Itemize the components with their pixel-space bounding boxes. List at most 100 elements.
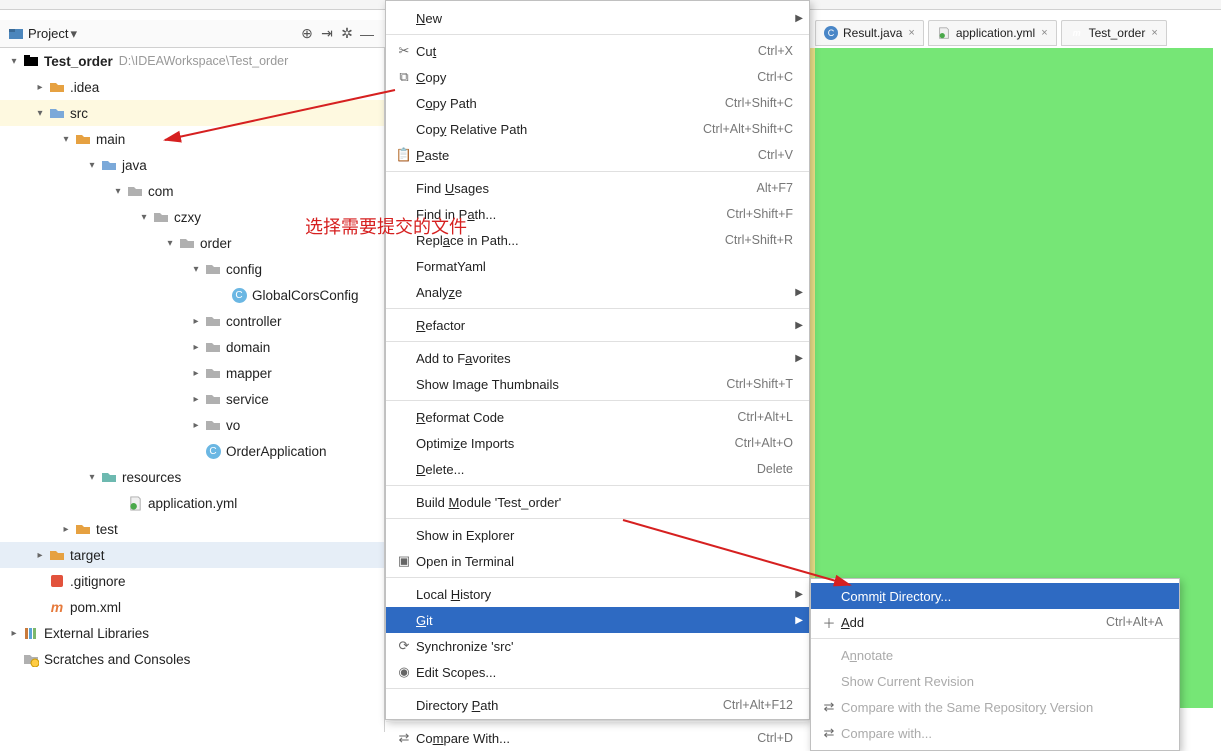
menu-local-history[interactable]: Local History▶ bbox=[386, 581, 809, 607]
context-menu: New▶ ✂CutCtrl+X ⧉CopyCtrl+C Copy PathCtr… bbox=[385, 0, 810, 720]
chevron-right-icon[interactable]: ▸ bbox=[188, 316, 204, 327]
menu-directory-path[interactable]: Directory PathCtrl+Alt+F12 bbox=[386, 692, 809, 718]
menu-paste[interactable]: 📋PasteCtrl+V bbox=[386, 142, 809, 168]
chevron-right-icon[interactable]: ▸ bbox=[32, 82, 48, 93]
menu-open-terminal[interactable]: ▣Open in Terminal bbox=[386, 548, 809, 574]
menu-compare-with[interactable]: ⇄Compare With...Ctrl+D bbox=[386, 725, 809, 751]
chevron-down-icon[interactable]: ▾ bbox=[84, 472, 100, 483]
menu-analyze[interactable]: Analyze▶ bbox=[386, 279, 809, 305]
menu-find-usages[interactable]: Find UsagesAlt+F7 bbox=[386, 175, 809, 201]
tree-orderapplication[interactable]: COrderApplication bbox=[0, 438, 384, 464]
chevron-down-icon[interactable]: ▾ bbox=[162, 238, 178, 249]
tree-src[interactable]: ▾ src bbox=[0, 100, 384, 126]
menu-show-explorer[interactable]: Show in Explorer bbox=[386, 522, 809, 548]
tree-scratches[interactable]: Scratches and Consoles bbox=[0, 646, 384, 672]
menu-refactor[interactable]: Refactor▶ bbox=[386, 312, 809, 338]
terminal-icon: ▣ bbox=[394, 553, 414, 569]
tree-application-yml[interactable]: application.yml bbox=[0, 490, 384, 516]
tab-label: Test_order bbox=[1089, 26, 1146, 40]
compare-icon: ⇄ bbox=[394, 730, 414, 746]
chevron-down-icon[interactable]: ▾ bbox=[84, 160, 100, 171]
submenu-compare-with[interactable]: ⇄Compare with... bbox=[811, 720, 1179, 746]
menu-git[interactable]: Git▶ bbox=[386, 607, 809, 633]
tab-application-yml[interactable]: application.yml × bbox=[928, 20, 1057, 46]
tree-main[interactable]: ▾ main bbox=[0, 126, 384, 152]
resources-folder-icon bbox=[100, 469, 118, 485]
tree-gitignore[interactable]: .gitignore bbox=[0, 568, 384, 594]
chevron-right-icon[interactable]: ▸ bbox=[6, 628, 22, 639]
close-icon[interactable]: × bbox=[908, 27, 914, 39]
project-tree[interactable]: ▾ Test_order D:\IDEAWorkspace\Test_order… bbox=[0, 48, 385, 732]
menu-delete[interactable]: Delete...Delete bbox=[386, 456, 809, 482]
menu-optimize-imports[interactable]: Optimize ImportsCtrl+Alt+O bbox=[386, 430, 809, 456]
menu-cut[interactable]: ✂CutCtrl+X bbox=[386, 38, 809, 64]
tree-config[interactable]: ▾config bbox=[0, 256, 384, 282]
menu-build-module[interactable]: Build Module 'Test_order' bbox=[386, 489, 809, 515]
tree-label: OrderApplication bbox=[226, 444, 327, 459]
tree-label: src bbox=[70, 106, 88, 121]
menu-copy-path[interactable]: Copy PathCtrl+Shift+C bbox=[386, 90, 809, 116]
sync-icon: ⟳ bbox=[394, 638, 414, 654]
package-icon bbox=[152, 209, 170, 225]
tree-vo[interactable]: ▸vo bbox=[0, 412, 384, 438]
chevron-down-icon[interactable]: ▾ bbox=[136, 212, 152, 223]
chevron-down-icon[interactable]: ▾ bbox=[188, 264, 204, 275]
tree-label: java bbox=[122, 158, 147, 173]
tab-label: application.yml bbox=[956, 26, 1035, 40]
submenu-commit-directory[interactable]: Commit Directory... bbox=[811, 583, 1179, 609]
tree-label: service bbox=[226, 392, 269, 407]
tree-com[interactable]: ▾com bbox=[0, 178, 384, 204]
folder-icon bbox=[74, 521, 92, 537]
package-icon bbox=[204, 339, 222, 355]
tree-label: controller bbox=[226, 314, 282, 329]
compare-icon: ⇄ bbox=[819, 725, 839, 741]
chevron-down-icon[interactable]: ▾ bbox=[58, 134, 74, 145]
menu-show-thumbnails[interactable]: Show Image ThumbnailsCtrl+Shift+T bbox=[386, 371, 809, 397]
tab-result-java[interactable]: C Result.java × bbox=[815, 20, 924, 46]
tree-external-libraries[interactable]: ▸ External Libraries bbox=[0, 620, 384, 646]
libraries-icon bbox=[22, 625, 40, 641]
tree-label: main bbox=[96, 132, 125, 147]
menu-synchronize[interactable]: ⟳Synchronize 'src' bbox=[386, 633, 809, 659]
chevron-right-icon[interactable]: ▸ bbox=[188, 394, 204, 405]
menu-new[interactable]: New▶ bbox=[386, 5, 809, 31]
folder-icon bbox=[48, 547, 66, 563]
tree-service[interactable]: ▸ service bbox=[0, 386, 384, 412]
tree-pom[interactable]: mpom.xml bbox=[0, 594, 384, 620]
tree-resources[interactable]: ▾resources bbox=[0, 464, 384, 490]
submenu-show-revision[interactable]: Show Current Revision bbox=[811, 668, 1179, 694]
menu-edit-scopes[interactable]: ◉Edit Scopes... bbox=[386, 659, 809, 685]
chevron-right-icon[interactable]: ▸ bbox=[58, 524, 74, 535]
submenu-add[interactable]: ＋AddCtrl+Alt+A bbox=[811, 609, 1179, 635]
tree-label: .gitignore bbox=[70, 574, 126, 589]
chevron-right-icon[interactable]: ▸ bbox=[188, 368, 204, 379]
tree-label: domain bbox=[226, 340, 270, 355]
chevron-down-icon[interactable]: ▾ bbox=[32, 108, 48, 119]
menu-copy[interactable]: ⧉CopyCtrl+C bbox=[386, 64, 809, 90]
tree-test[interactable]: ▸test bbox=[0, 516, 384, 542]
tree-label: External Libraries bbox=[44, 626, 149, 641]
chevron-right-icon[interactable]: ▸ bbox=[188, 420, 204, 431]
tree-globalcors[interactable]: CGlobalCorsConfig bbox=[0, 282, 384, 308]
chevron-right-icon[interactable]: ▸ bbox=[32, 550, 48, 561]
tree-root[interactable]: ▾ Test_order D:\IDEAWorkspace\Test_order bbox=[0, 48, 384, 74]
tree-controller[interactable]: ▸ controller bbox=[0, 308, 384, 334]
tree-java[interactable]: ▾ java bbox=[0, 152, 384, 178]
submenu-compare-same[interactable]: ⇄Compare with the Same Repository Versio… bbox=[811, 694, 1179, 720]
menu-copy-relative-path[interactable]: Copy Relative PathCtrl+Alt+Shift+C bbox=[386, 116, 809, 142]
chevron-right-icon[interactable]: ▸ bbox=[188, 342, 204, 353]
maven-icon: m bbox=[1070, 26, 1084, 40]
submenu-annotate[interactable]: Annotate bbox=[811, 642, 1179, 668]
menu-format-yaml[interactable]: FormatYaml bbox=[386, 253, 809, 279]
tree-domain[interactable]: ▸ domain bbox=[0, 334, 384, 360]
tree-idea[interactable]: ▸.idea bbox=[0, 74, 384, 100]
menu-reformat[interactable]: Reformat CodeCtrl+Alt+L bbox=[386, 404, 809, 430]
close-icon[interactable]: × bbox=[1041, 27, 1047, 39]
chevron-down-icon[interactable]: ▾ bbox=[110, 186, 126, 197]
tree-mapper[interactable]: ▸mapper bbox=[0, 360, 384, 386]
chevron-down-icon[interactable]: ▾ bbox=[6, 56, 22, 67]
tree-target[interactable]: ▸target bbox=[0, 542, 384, 568]
menu-add-favorites[interactable]: Add to Favorites▶ bbox=[386, 345, 809, 371]
close-icon[interactable]: × bbox=[1151, 27, 1157, 39]
tab-test-order[interactable]: m Test_order × bbox=[1061, 20, 1167, 46]
